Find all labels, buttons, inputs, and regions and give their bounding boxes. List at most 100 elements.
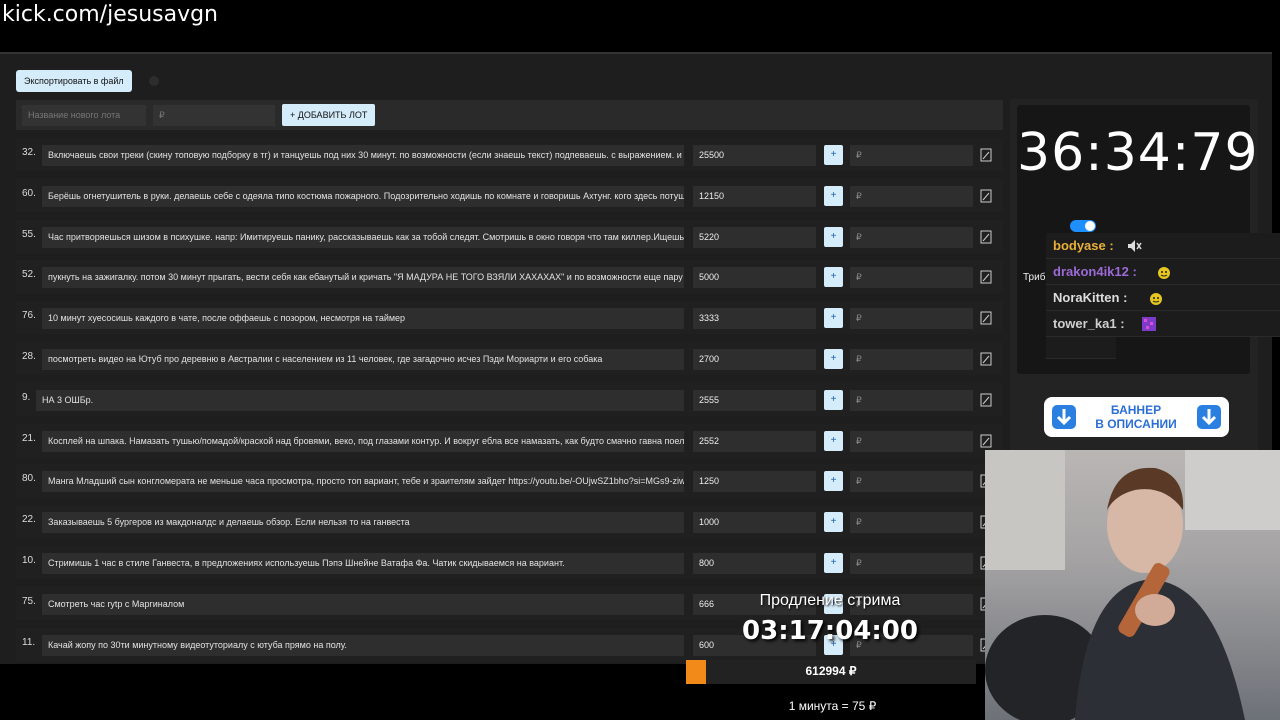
lot-description[interactable]: Качай жопу по 30ти минутному видеотутори…	[42, 634, 684, 656]
delete-icon[interactable]	[980, 393, 992, 407]
lot-id: 52.	[22, 269, 36, 281]
donation-total: 612994 ₽	[805, 664, 857, 678]
rate-label: 1 минута = 75 ₽	[788, 699, 877, 713]
delete-icon[interactable]	[980, 311, 992, 325]
add-amount-button[interactable]: +	[824, 389, 843, 410]
face-emote-icon	[1157, 267, 1170, 279]
donation-input[interactable]: ₽	[850, 267, 973, 289]
lot-id: 28.	[22, 351, 36, 362]
lot-row: 10. Стримишь 1 час в стиле Ганвеста, в пр…	[16, 546, 1003, 579]
lot-description[interactable]: Берёшь огнетушитель в руки. делаешь себе…	[42, 185, 684, 207]
lot-amount[interactable]: 3333	[693, 308, 816, 330]
chat-input[interactable]	[1046, 337, 1116, 359]
lot-description[interactable]: Включаешь свои треки (скину топовую подб…	[42, 145, 684, 166]
donation-progress: 612994 ₽	[686, 660, 976, 684]
new-lot-price-input[interactable]: ₽	[153, 105, 275, 126]
lot-description[interactable]: Стримишь 1 час в стиле Ганвеста, в предл…	[42, 553, 684, 574]
export-button[interactable]: Экспортировать в файл	[16, 70, 132, 92]
lot-id: 75.	[22, 595, 36, 607]
lot-id: 80.	[22, 473, 36, 485]
lot-description[interactable]: посмотреть видео на Ютуб про деревню в А…	[42, 349, 684, 370]
url-bar: kick.com/jesusavgn	[0, 0, 1280, 50]
lot-description[interactable]: 10 минут хуесосишь каждого в чате, после…	[42, 308, 684, 330]
lot-row: 60. Берёшь огнетушитель в руки. делаешь с…	[16, 178, 1003, 212]
webcam-feed	[985, 450, 1280, 720]
donation-input[interactable]: ₽	[850, 512, 973, 534]
lot-description[interactable]: Смотреть час rytp с Маргиналом	[42, 593, 684, 615]
lot-description[interactable]: Час притворяешься шизом в психушке. напр…	[42, 226, 684, 248]
lot-amount[interactable]: 1250	[693, 471, 816, 493]
download-arrow-icon	[1197, 405, 1221, 429]
add-lot-button[interactable]: + ДОБАВИТЬ ЛОТ	[282, 104, 376, 126]
add-amount-button[interactable]: +	[824, 553, 843, 573]
donation-input[interactable]: ₽	[850, 226, 973, 248]
lot-id: 32.	[22, 147, 36, 158]
lot-id: 11.	[22, 636, 36, 648]
add-amount-button[interactable]: +	[824, 349, 843, 369]
lot-amount[interactable]: 1000	[693, 512, 816, 534]
add-amount-button[interactable]: +	[824, 145, 843, 165]
lot-amount[interactable]: 12150	[693, 185, 816, 207]
lot-amount[interactable]: 25500	[693, 145, 816, 166]
add-amount-button[interactable]: +	[824, 471, 843, 492]
lot-row: 76. 10 минут хуесосишь каждого в чате, по…	[16, 301, 1003, 335]
lot-amount[interactable]: 5220	[693, 226, 816, 248]
delete-icon[interactable]	[980, 434, 992, 448]
pixel-emote-icon	[1141, 317, 1156, 331]
donation-input[interactable]: ₽	[850, 145, 973, 166]
lot-id: 60.	[22, 187, 36, 199]
donation-input[interactable]: ₽	[850, 308, 973, 330]
lot-id: 10.	[22, 555, 36, 566]
lot-amount[interactable]: 2700	[693, 349, 816, 370]
add-amount-button[interactable]: +	[824, 430, 843, 451]
chat-username[interactable]: NoraKitten :	[1053, 290, 1127, 305]
lot-id: 9.	[22, 391, 31, 403]
muted-speaker-icon	[1127, 240, 1142, 252]
status-dot	[149, 76, 159, 86]
lot-list: 32. Включаешь свои треки (скину топовую п…	[16, 138, 1003, 664]
lot-description[interactable]: Заказываешь 5 бургеров из макдоналдс и д…	[42, 512, 684, 534]
chat-username[interactable]: drakon4ik12 :	[1053, 264, 1137, 279]
stream-extension-timer: 03:17:04:00	[742, 616, 918, 646]
lot-description[interactable]: НА 3 ОШБр.	[36, 389, 684, 411]
donation-input[interactable]: ₽	[850, 553, 973, 574]
donation-input[interactable]: ₽	[850, 185, 973, 207]
chat-username[interactable]: bodyase :	[1053, 238, 1114, 253]
lot-amount[interactable]: 2552	[693, 430, 816, 452]
lot-amount[interactable]: 5000	[693, 267, 816, 289]
add-lot-bar: Название нового лота ₽ + ДОБАВИТЬ ЛОТ	[16, 100, 1003, 130]
delete-icon[interactable]	[980, 230, 992, 244]
new-lot-name-input[interactable]: Название нового лота	[22, 105, 146, 126]
add-amount-button[interactable]: +	[824, 512, 843, 533]
delete-icon[interactable]	[980, 189, 992, 203]
donation-input[interactable]: ₽	[850, 349, 973, 370]
donation-input[interactable]: ₽	[850, 389, 973, 411]
add-amount-button[interactable]: +	[824, 226, 843, 247]
add-amount-button[interactable]: +	[824, 185, 843, 206]
lot-row: 55. Час притворяешься шизом в психушке. н…	[16, 219, 1003, 253]
download-arrow-icon	[1052, 405, 1076, 429]
delete-icon[interactable]	[980, 148, 992, 162]
lot-description[interactable]: пукнуть на зажигалку. потом 30 минут пры…	[42, 267, 684, 289]
banner-line-1: БАННЕР	[1110, 403, 1162, 417]
lot-row: 28. посмотреть видео на Ютуб про деревню …	[16, 342, 1003, 375]
face-emote-icon	[1150, 293, 1162, 305]
lot-amount[interactable]: 2555	[693, 389, 816, 411]
chat-message: NoraKitten :	[1046, 285, 1280, 311]
lot-description[interactable]: Косплей на шпака. Намазать тушью/помадой…	[42, 430, 684, 452]
add-amount-button[interactable]: +	[824, 308, 843, 329]
lot-row: 52. пукнуть на зажигалку. потом 30 минут …	[16, 260, 1003, 294]
chat-username[interactable]: tower_ka1 :	[1053, 316, 1125, 331]
add-amount-button[interactable]: +	[824, 267, 843, 288]
tribute-toggle[interactable]	[1070, 220, 1096, 232]
donation-input[interactable]: ₽	[850, 430, 973, 452]
lot-row: 9. НА 3 ОШБр. 2555 + ₽	[16, 382, 1003, 416]
url-text: kick.com/jesusavgn	[2, 2, 219, 27]
donation-input[interactable]: ₽	[850, 471, 973, 493]
delete-icon[interactable]	[980, 270, 992, 284]
lot-row: 21. Косплей на шпака. Намазать тушью/пома…	[16, 423, 1003, 457]
delete-icon[interactable]	[980, 352, 992, 366]
lot-description[interactable]: Манга Младший сын конгломерата не меньше…	[42, 471, 684, 493]
lot-amount[interactable]: 800	[693, 553, 816, 574]
banner-text: БАННЕР В ОПИСАНИИ	[1080, 403, 1192, 431]
